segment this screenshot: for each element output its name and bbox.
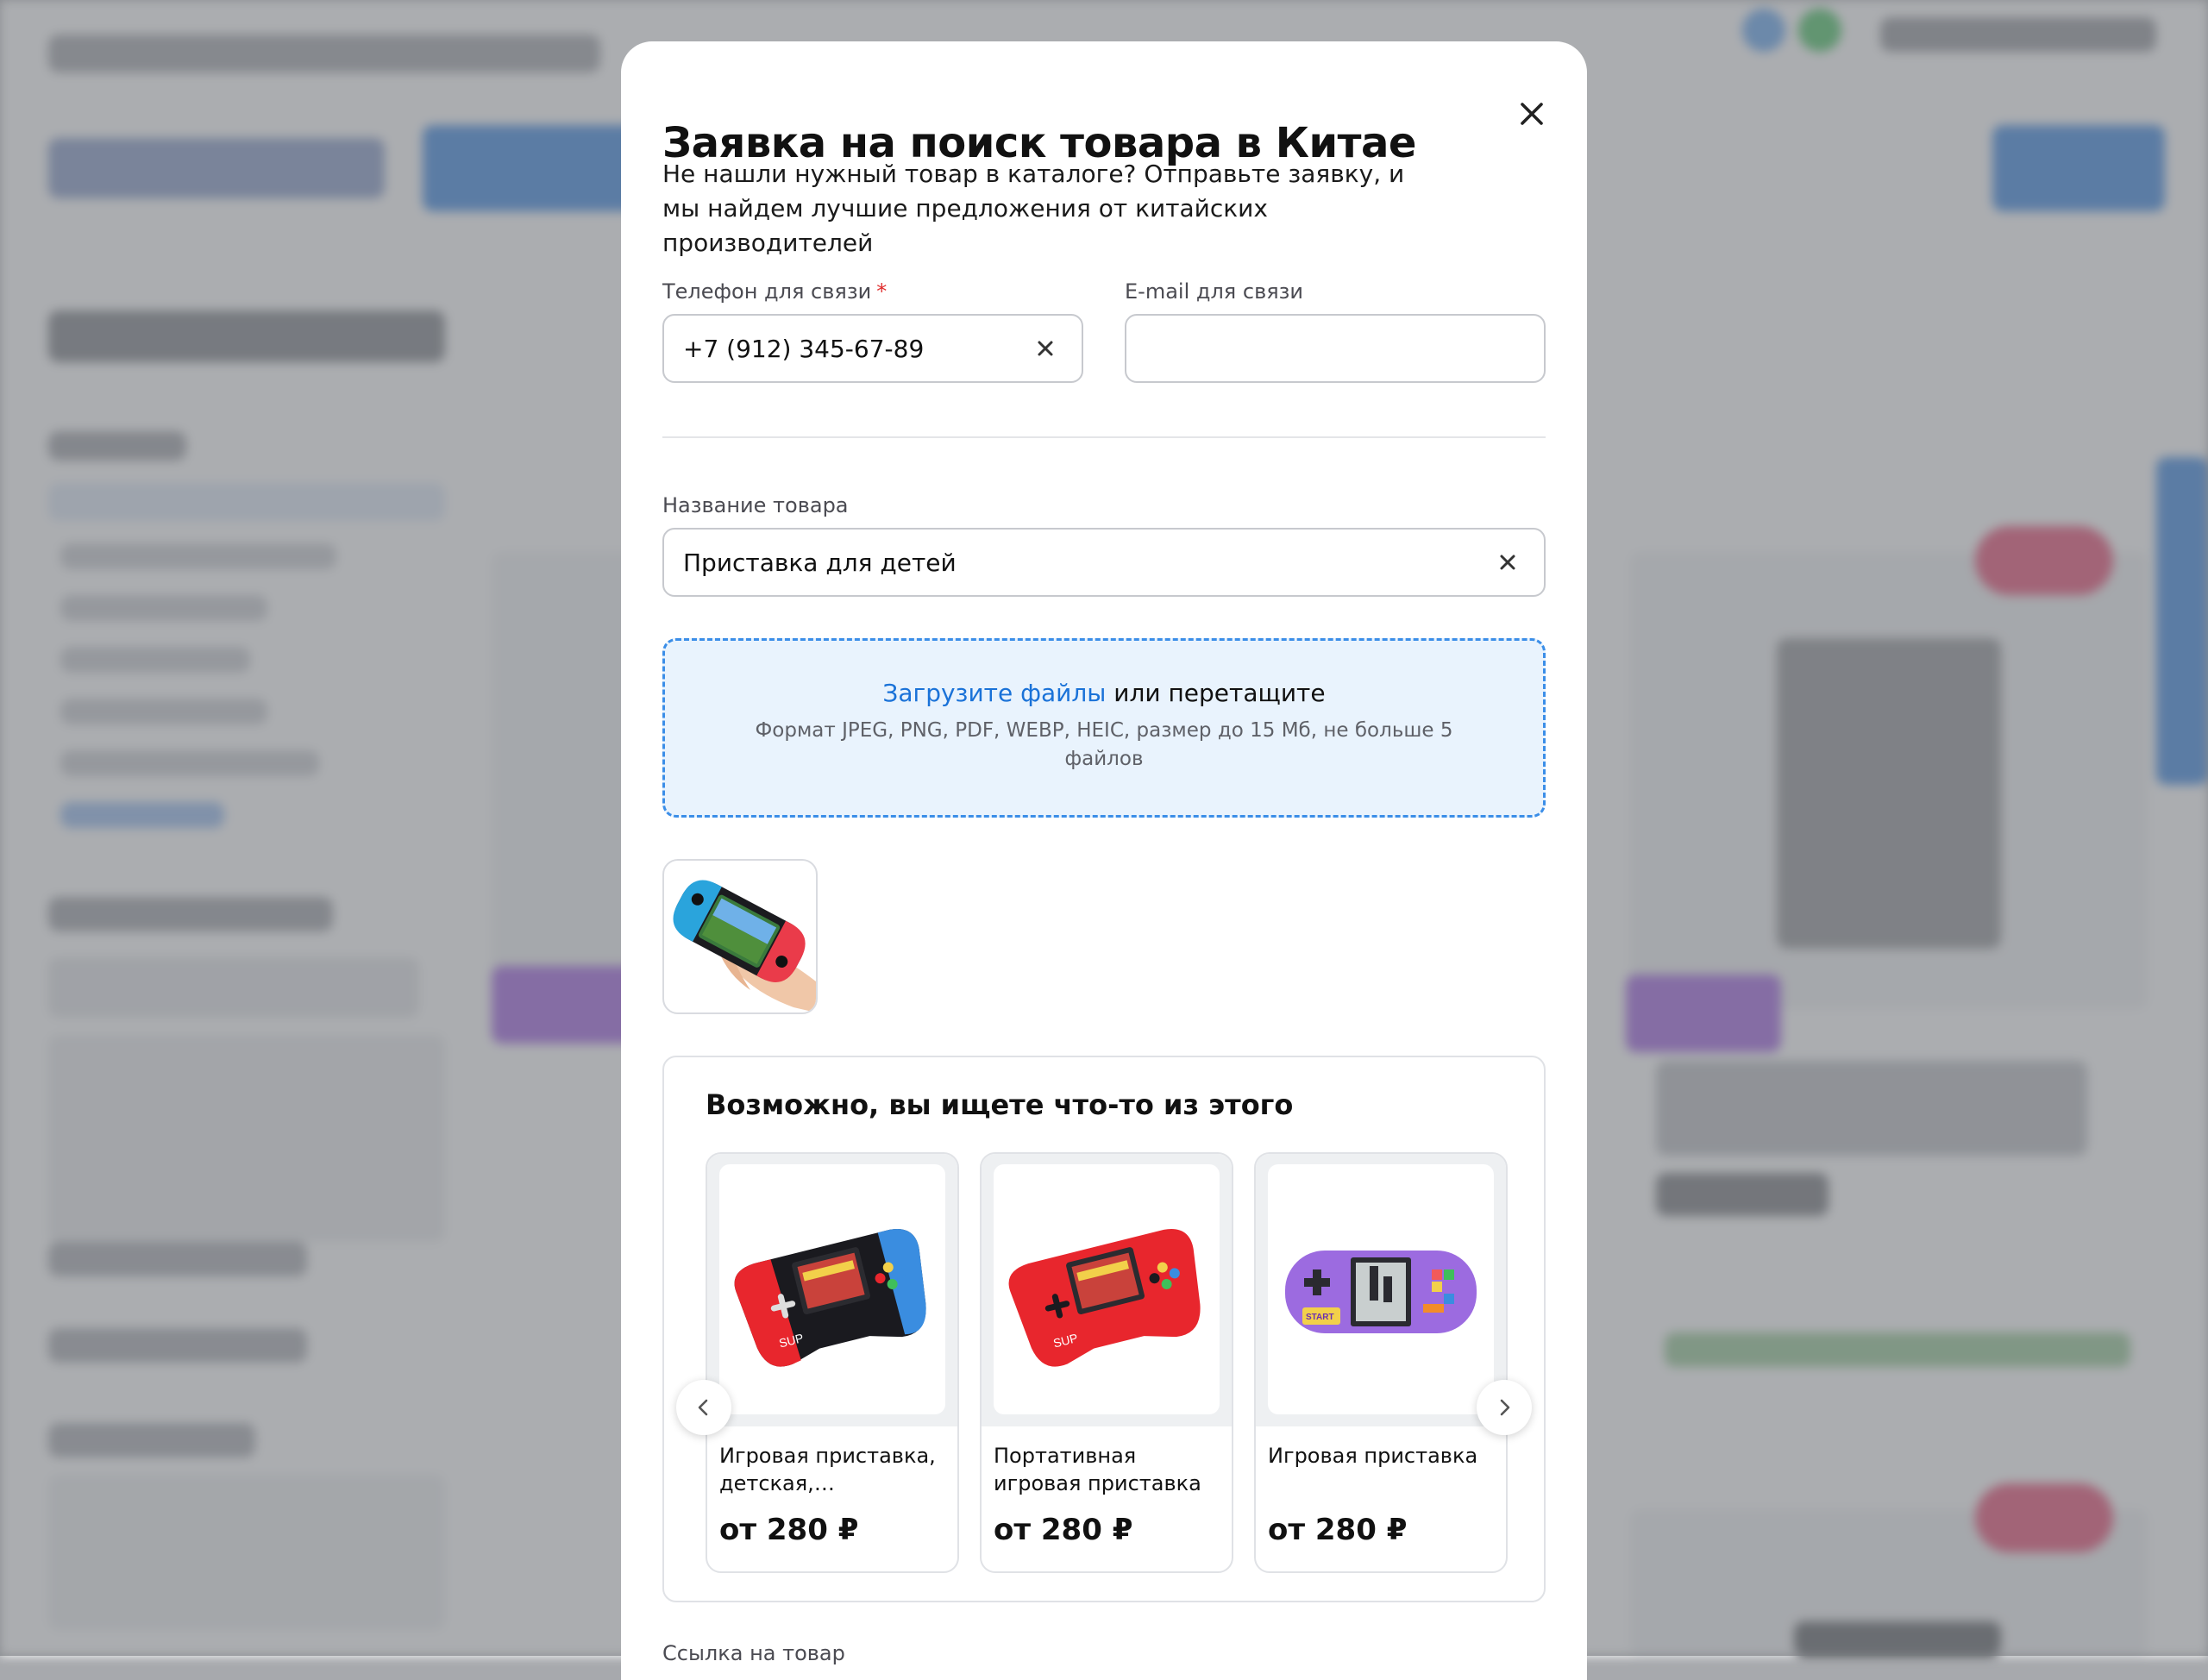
email-label: E-mail для связи bbox=[1125, 279, 1304, 304]
product-image: START bbox=[1268, 1164, 1494, 1414]
close-button[interactable] bbox=[1504, 86, 1559, 141]
modal-subtitle: Не нашли нужный товар в каталоге? Отправ… bbox=[662, 160, 1405, 257]
dropzone-text: Загрузите файлы или перетащите bbox=[665, 679, 1543, 707]
search-request-modal: Заявка на поиск товара в Китае Не нашли … bbox=[621, 41, 1587, 1680]
dropzone-rest-text: или перетащите bbox=[1106, 679, 1326, 707]
product-image: SUP bbox=[719, 1164, 945, 1414]
suggestions-title: Возможно, вы ищете что-то из этого bbox=[706, 1088, 1294, 1121]
product-name: Игровая приставка bbox=[1268, 1444, 1478, 1468]
product-name-value[interactable]: Приставка для детей bbox=[683, 549, 1490, 577]
product-image-area: SUP bbox=[982, 1154, 1232, 1426]
phone-label: Телефон для связи * bbox=[662, 279, 887, 304]
phone-field[interactable]: +7 (912) 345-67-89 bbox=[662, 314, 1083, 383]
file-dropzone[interactable]: Загрузите файлы или перетащите Формат JP… bbox=[662, 638, 1546, 818]
close-icon bbox=[1521, 103, 1543, 125]
phone-value[interactable]: +7 (912) 345-67-89 bbox=[683, 335, 1028, 363]
phone-label-text: Телефон для связи bbox=[662, 279, 872, 304]
divider bbox=[662, 436, 1546, 438]
email-field[interactable] bbox=[1125, 314, 1546, 383]
product-name: Портативная игровая приставка bbox=[994, 1444, 1201, 1495]
carousel-prev-button[interactable] bbox=[676, 1380, 731, 1435]
product-card[interactable]: START Игровая приставка от 280 ₽ bbox=[1254, 1152, 1508, 1573]
required-mark: * bbox=[876, 279, 888, 304]
product-name-label: Название товара bbox=[662, 493, 849, 517]
phone-clear-button[interactable] bbox=[1028, 331, 1063, 366]
suggestions-panel: Возможно, вы ищете что-то из этого SUP И… bbox=[662, 1056, 1546, 1602]
red-handheld-console-image: SUP bbox=[1008, 1229, 1201, 1367]
attached-file-thumbnail[interactable] bbox=[662, 859, 818, 1014]
chevron-left-icon bbox=[698, 1399, 708, 1416]
upload-files-link[interactable]: Загрузите файлы bbox=[882, 679, 1106, 707]
product-link-label: Ссылка на товар bbox=[662, 1641, 845, 1665]
product-price: от 280 ₽ bbox=[1268, 1513, 1408, 1547]
svg-text:START: START bbox=[1306, 1313, 1334, 1322]
carousel-next-button[interactable] bbox=[1477, 1380, 1532, 1435]
red-blue-handheld-console-image: SUP bbox=[734, 1229, 926, 1367]
handheld-console-photo bbox=[673, 880, 816, 1012]
product-price: от 280 ₽ bbox=[994, 1513, 1133, 1547]
product-price: от 280 ₽ bbox=[719, 1513, 859, 1547]
clear-icon bbox=[1500, 555, 1515, 570]
clear-icon bbox=[1038, 341, 1053, 356]
product-name-clear-button[interactable] bbox=[1490, 545, 1525, 580]
product-card[interactable]: SUP Портативная игровая приставка от 280… bbox=[980, 1152, 1233, 1573]
dropzone-hint: Формат JPEG, PNG, PDF, WEBP, HEIC, разме… bbox=[755, 719, 1453, 770]
chevron-right-icon bbox=[1500, 1399, 1510, 1416]
product-image-area: SUP bbox=[707, 1154, 957, 1426]
product-image-area: START bbox=[1256, 1154, 1506, 1426]
product-image: SUP bbox=[994, 1164, 1220, 1414]
product-name: Игровая приставка, детская, мультиколор bbox=[719, 1444, 936, 1495]
purple-tetris-console-image: START bbox=[1285, 1251, 1477, 1333]
product-card[interactable]: SUP Игровая приставка, детская, мультико… bbox=[706, 1152, 959, 1573]
product-name-field[interactable]: Приставка для детей bbox=[662, 528, 1546, 597]
